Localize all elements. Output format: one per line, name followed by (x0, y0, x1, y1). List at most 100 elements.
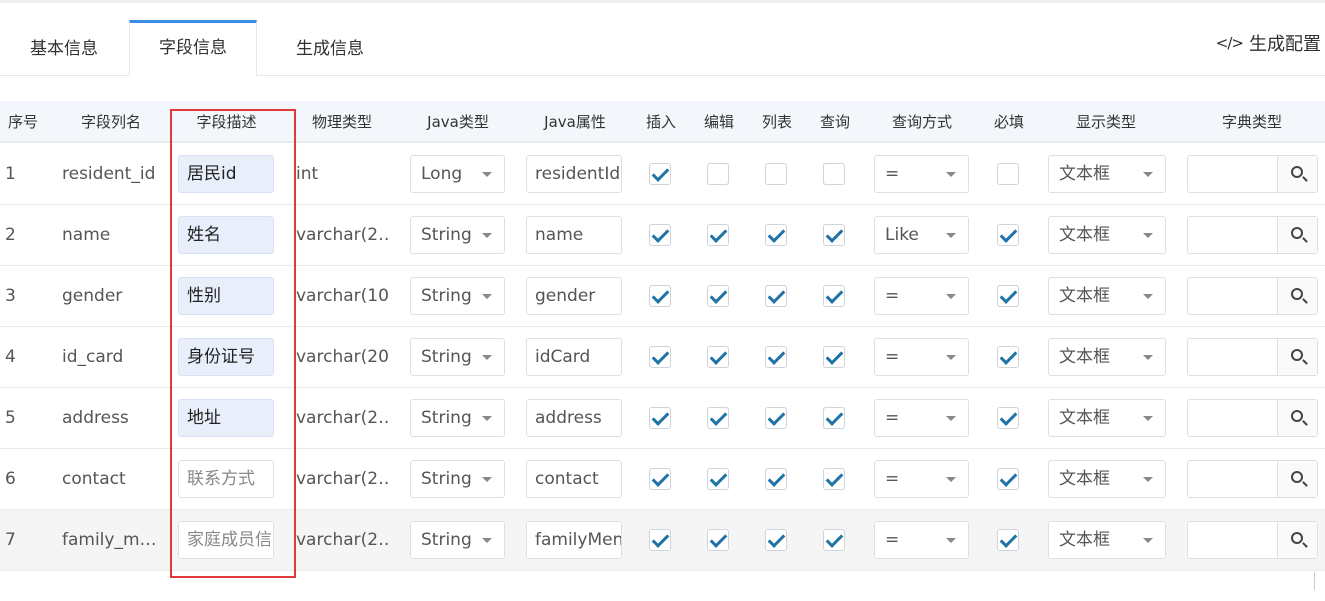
query-checkbox[interactable] (823, 224, 845, 246)
java-type-select[interactable]: String (410, 460, 505, 498)
display-type-select[interactable]: 文本框 (1048, 277, 1166, 315)
list-checkbox[interactable] (765, 346, 787, 368)
java-prop-input[interactable]: familyMen (526, 521, 622, 559)
dict-type-input[interactable] (1187, 399, 1318, 437)
edit-checkbox[interactable] (707, 163, 729, 185)
required-checkbox[interactable] (997, 224, 1019, 246)
query-checkbox[interactable] (823, 346, 845, 368)
required-checkbox[interactable] (997, 529, 1019, 551)
desc-input[interactable]: 地址 (178, 399, 274, 437)
display-type-select[interactable]: 文本框 (1048, 460, 1166, 498)
required-checkbox[interactable] (997, 346, 1019, 368)
java-type-select[interactable]: String (410, 521, 505, 559)
chevron-down-icon (946, 172, 956, 177)
search-icon (1291, 410, 1303, 422)
desc-input[interactable]: 姓名 (178, 216, 274, 254)
dict-search-button[interactable] (1277, 339, 1317, 375)
java-prop-input[interactable]: address (526, 399, 622, 437)
tab-basic-info[interactable]: 基本信息 (0, 22, 128, 76)
insert-checkbox[interactable] (649, 407, 671, 429)
query-type-select[interactable]: = (874, 521, 969, 559)
dict-search-button[interactable] (1277, 400, 1317, 436)
desc-input[interactable]: 联系方式 (178, 460, 274, 498)
edit-checkbox[interactable] (707, 407, 729, 429)
insert-checkbox[interactable] (649, 163, 671, 185)
java-prop-input[interactable]: contact (526, 460, 622, 498)
java-prop-input[interactable]: gender (526, 277, 622, 315)
row-index: 2 (5, 225, 16, 245)
query-type-select[interactable]: = (874, 338, 969, 376)
edit-checkbox[interactable] (707, 468, 729, 490)
query-checkbox[interactable] (823, 468, 845, 490)
edit-checkbox[interactable] (707, 529, 729, 551)
display-type-select[interactable]: 文本框 (1048, 155, 1166, 193)
header-java-prop: Java属性 (544, 113, 606, 131)
display-type-select[interactable]: 文本框 (1048, 521, 1166, 559)
java-type-select[interactable]: String (410, 216, 505, 254)
row-index: 3 (5, 286, 16, 306)
edit-checkbox[interactable] (707, 224, 729, 246)
insert-checkbox[interactable] (649, 224, 671, 246)
desc-input[interactable]: 性别 (178, 277, 274, 315)
list-checkbox[interactable] (765, 163, 787, 185)
desc-input[interactable]: 身份证号 (178, 338, 274, 376)
edit-checkbox[interactable] (707, 285, 729, 307)
desc-input[interactable]: 家庭成员信 (178, 521, 274, 559)
dict-type-input[interactable] (1187, 338, 1318, 376)
dict-type-input[interactable] (1187, 521, 1318, 559)
query-checkbox[interactable] (823, 407, 845, 429)
query-checkbox[interactable] (823, 285, 845, 307)
display-type-select[interactable]: 文本框 (1048, 216, 1166, 254)
list-checkbox[interactable] (765, 285, 787, 307)
dict-search-button[interactable] (1277, 278, 1317, 314)
java-type-select[interactable]: Long (410, 155, 505, 193)
chevron-down-icon (482, 477, 492, 482)
list-checkbox[interactable] (765, 224, 787, 246)
java-prop-input[interactable]: name (526, 216, 622, 254)
edit-checkbox[interactable] (707, 346, 729, 368)
dict-search-button[interactable] (1277, 522, 1317, 558)
required-checkbox[interactable] (997, 163, 1019, 185)
required-checkbox[interactable] (997, 407, 1019, 429)
dict-search-button[interactable] (1277, 217, 1317, 253)
query-type-select[interactable]: = (874, 155, 969, 193)
query-checkbox[interactable] (823, 163, 845, 185)
query-type-select[interactable]: Like (874, 216, 969, 254)
list-checkbox[interactable] (765, 468, 787, 490)
dict-type-input[interactable] (1187, 155, 1318, 193)
java-prop-input[interactable]: residentId (526, 155, 622, 193)
dict-search-button[interactable] (1277, 461, 1317, 497)
display-type-select[interactable]: 文本框 (1048, 338, 1166, 376)
query-type-select[interactable]: = (874, 277, 969, 315)
java-type-value: Long (421, 164, 463, 184)
insert-checkbox[interactable] (649, 468, 671, 490)
insert-checkbox[interactable] (649, 285, 671, 307)
gen-config-button[interactable]: </> 生成配置 (1216, 30, 1321, 56)
java-type-value: String (421, 286, 472, 306)
display-type-value: 文本框 (1059, 469, 1110, 489)
chevron-down-icon (946, 538, 956, 543)
java-type-select[interactable]: String (410, 399, 505, 437)
insert-checkbox[interactable] (649, 346, 671, 368)
display-type-select[interactable]: 文本框 (1048, 399, 1166, 437)
query-type-select[interactable]: = (874, 399, 969, 437)
java-type-select[interactable]: String (410, 277, 505, 315)
column-name: resident_id (62, 164, 156, 184)
java-prop-input[interactable]: idCard (526, 338, 622, 376)
dict-type-input[interactable] (1187, 277, 1318, 315)
dict-search-button[interactable] (1277, 156, 1317, 192)
tab-field-info[interactable]: 字段信息 (129, 20, 257, 76)
required-checkbox[interactable] (997, 468, 1019, 490)
query-checkbox[interactable] (823, 529, 845, 551)
dict-type-input[interactable] (1187, 216, 1318, 254)
list-checkbox[interactable] (765, 407, 787, 429)
list-checkbox[interactable] (765, 529, 787, 551)
insert-checkbox[interactable] (649, 529, 671, 551)
tab-gen-info[interactable]: 生成信息 (266, 22, 394, 76)
desc-input[interactable]: 居民id (178, 155, 274, 193)
required-checkbox[interactable] (997, 285, 1019, 307)
dict-type-input[interactable] (1187, 460, 1318, 498)
search-icon (1291, 349, 1303, 361)
query-type-select[interactable]: = (874, 460, 969, 498)
java-type-select[interactable]: String (410, 338, 505, 376)
